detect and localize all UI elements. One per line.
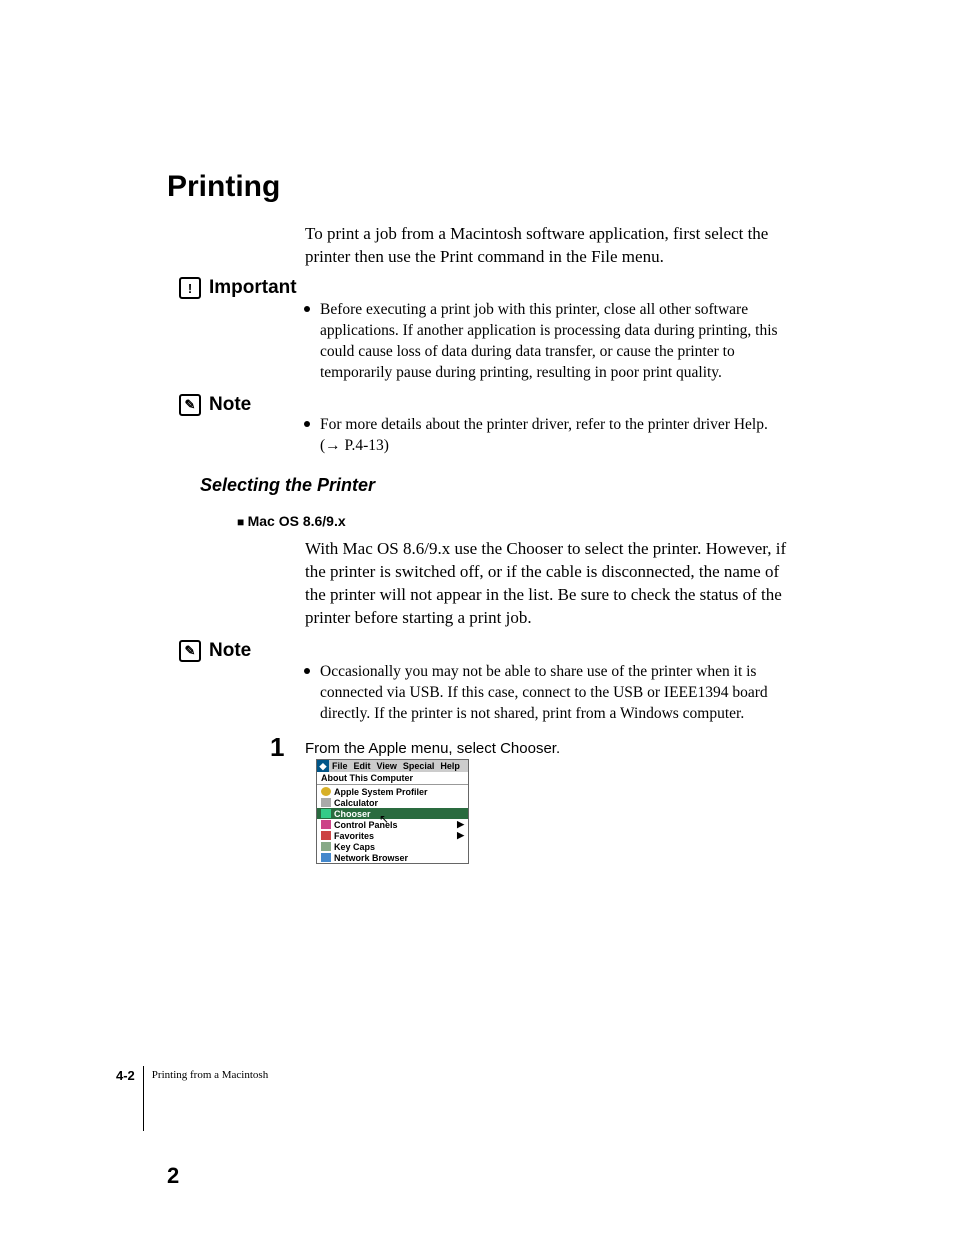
big-page-number: 2 (167, 1163, 179, 1189)
important-bullet: Before executing a print job with this p… (310, 300, 790, 384)
callout-note-1-label: Note (209, 394, 251, 416)
note-icon: ✎ (179, 640, 201, 662)
menu-item-network-browser: Network Browser (317, 852, 468, 863)
apple-menu-figure: ◆ File Edit View Special Help About This… (316, 759, 469, 864)
callout-note-2: ✎ Note (179, 640, 251, 662)
heading-printing: Printing (167, 170, 280, 204)
key-caps-icon (321, 842, 331, 851)
note2-bullet: Occasionally you may not be able to shar… (310, 662, 790, 725)
menu-item-calculator: Calculator (317, 797, 468, 808)
note-icon: ✎ (179, 394, 201, 416)
bullet-dot-icon (304, 668, 310, 674)
apple-logo-icon: ◆ (317, 760, 329, 772)
calculator-icon (321, 798, 331, 807)
chooser-icon (321, 809, 331, 818)
step-number: 1 (270, 732, 284, 763)
menu-item-about: About This Computer (317, 772, 468, 783)
callout-important: ! Important (179, 277, 297, 299)
document-page: Printing To print a job from a Macintosh… (0, 0, 954, 1235)
menu-item-key-caps: Key Caps (317, 841, 468, 852)
submenu-arrow-icon: ▶ (457, 819, 464, 830)
menu-help: Help (437, 761, 463, 771)
menu-special: Special (400, 761, 438, 771)
important-bullet-text: Before executing a print job with this p… (320, 300, 790, 384)
note1-bullet: For more details about the printer drive… (310, 415, 790, 457)
note1-bullet-text: For more details about the printer drive… (320, 415, 790, 457)
submenu-arrow-icon: ▶ (457, 830, 464, 841)
menu-edit: Edit (351, 761, 374, 771)
subsub-macos: Mac OS 8.6/9.x (237, 513, 346, 529)
callout-important-label: Important (209, 277, 297, 299)
apple-menu-bar: ◆ File Edit View Special Help (317, 760, 468, 772)
menu-item-profiler: Apple System Profiler (317, 786, 468, 797)
body-macos-chooser: With Mac OS 8.6/9.x use the Chooser to s… (305, 538, 790, 630)
step-text: From the Apple menu, select Chooser. (305, 740, 560, 757)
note1-ref: (→ P.4-13) (320, 437, 389, 454)
menu-item-chooser: Chooser (317, 808, 468, 819)
bullet-dot-icon (304, 421, 310, 427)
profiler-icon (321, 787, 331, 796)
apple-menu-dropdown: About This Computer Apple System Profile… (317, 772, 468, 863)
callout-note-1: ✎ Note (179, 394, 251, 416)
note1-line: For more details about the printer drive… (320, 416, 768, 433)
menu-view: View (374, 761, 400, 771)
callout-note-2-label: Note (209, 640, 251, 662)
control-panels-icon (321, 820, 331, 829)
important-icon: ! (179, 277, 201, 299)
menu-separator (317, 784, 468, 785)
menu-file: File (329, 761, 351, 771)
favorites-icon (321, 831, 331, 840)
menu-item-favorites: Favorites▶ (317, 830, 468, 841)
chapter-title: Printing from a Macintosh (144, 1069, 268, 1081)
subheading-selecting-printer: Selecting the Printer (200, 475, 375, 496)
note2-bullet-text: Occasionally you may not be able to shar… (320, 662, 790, 725)
network-browser-icon (321, 853, 331, 862)
menu-item-control-panels: Control Panels▶ (317, 819, 468, 830)
page-number: 4-2 (116, 1068, 143, 1083)
intro-paragraph: To print a job from a Macintosh software… (305, 223, 790, 269)
footer-divider (143, 1066, 144, 1131)
bullet-dot-icon (304, 306, 310, 312)
page-footer: 4-2 Printing from a Macintosh (116, 1065, 268, 1085)
